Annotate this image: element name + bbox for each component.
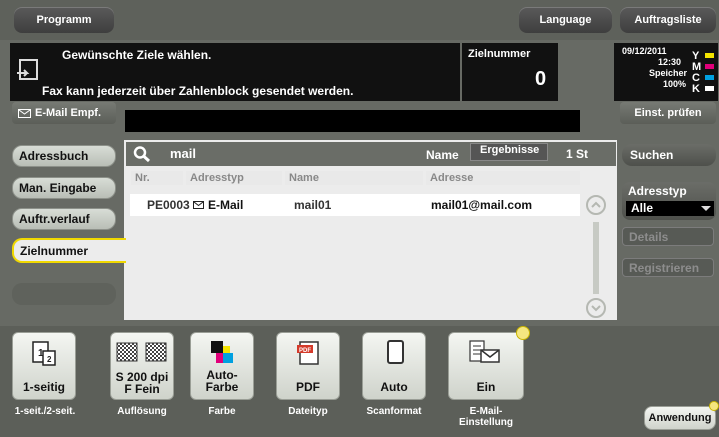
results-label: Ergebnisse xyxy=(480,144,540,156)
details-button[interactable]: Details xyxy=(622,227,714,246)
application-indicator xyxy=(709,401,719,411)
toner-k: K xyxy=(692,83,700,95)
email-dest-label: E-Mail Empf. xyxy=(35,107,102,119)
chevron-down-icon xyxy=(591,305,601,312)
memory-value: 100% xyxy=(663,79,687,89)
resolution-icon xyxy=(116,342,167,362)
toner-bar-m xyxy=(705,64,714,69)
col-header-name: Name xyxy=(285,171,423,185)
empty-menu-slot xyxy=(12,283,116,305)
application-button[interactable]: Anwendung xyxy=(644,406,716,430)
duplex-caption: 1-seit./2-seit. xyxy=(14,406,76,417)
program-tab[interactable]: Programm xyxy=(14,7,114,33)
resolution-value: S 200 dpi F Fein xyxy=(115,370,169,396)
page-icon xyxy=(387,340,404,364)
pdf-icon: PDF xyxy=(297,341,319,365)
single-sided-icon: 1 2 xyxy=(32,341,56,366)
message-line-2: Fax kann jederzeit über Zahlenblock gese… xyxy=(42,84,354,98)
email-settings-icon xyxy=(469,340,500,363)
search-button[interactable]: Suchen xyxy=(622,144,716,166)
resolution-button[interactable]: S 200 dpi F Fein xyxy=(110,332,174,400)
toner-bar-y xyxy=(705,53,714,58)
row-address: mail01@mail.com xyxy=(431,198,533,212)
chevron-down-icon xyxy=(701,206,711,211)
table-row[interactable]: PE0003 E-Mail mail01 mail01@mail.com xyxy=(130,194,580,216)
resolution-caption: Auflösung xyxy=(117,406,167,417)
col-header-nr: Nr. xyxy=(131,171,183,185)
results-count: 1 St xyxy=(566,147,589,161)
email-dest-button[interactable]: E-Mail Empf. xyxy=(12,102,116,124)
scan-size-caption: Scanformat xyxy=(366,406,422,417)
file-type-caption: Dateityp xyxy=(288,406,328,417)
dest-count-label: Zielnummer xyxy=(468,48,531,60)
fax-icon xyxy=(16,57,42,83)
dest-count-value: 0 xyxy=(535,68,547,90)
row-name: mail01 xyxy=(294,198,332,212)
status-date: 09/12/2011 xyxy=(622,46,667,56)
scan-size-button[interactable]: Auto xyxy=(362,332,426,400)
manual-input-tab[interactable]: Man. Eingabe xyxy=(12,177,116,199)
search-field: Name xyxy=(426,148,459,162)
toner-bar-k xyxy=(705,86,714,91)
duplex-button[interactable]: 1 2 1-seitig xyxy=(12,332,76,400)
dest-number-label: Zielnummer xyxy=(20,243,89,258)
check-settings-button[interactable]: Einst. prüfen xyxy=(620,102,716,124)
color-button[interactable]: Auto-Farbe xyxy=(190,332,254,400)
col-header-address: Adresse xyxy=(426,171,580,185)
scan-size-value: Auto xyxy=(380,380,408,394)
application-label: Anwendung xyxy=(648,412,712,424)
address-book-tab[interactable]: Adressbuch xyxy=(12,145,116,167)
search-query: mail xyxy=(170,146,197,161)
scroll-up-button[interactable] xyxy=(586,195,606,215)
col-header-type: Adresstyp xyxy=(186,171,282,185)
scroll-track[interactable] xyxy=(593,222,599,294)
email-settings-value: Ein xyxy=(476,380,496,394)
duplex-value: 1-seitig xyxy=(22,380,65,394)
dest-number-tab[interactable]: Zielnummer xyxy=(12,238,126,263)
email-settings-indicator xyxy=(516,326,530,340)
address-type-value: Alle xyxy=(631,201,654,215)
dest-entry-field[interactable] xyxy=(125,110,580,132)
svg-text:2: 2 xyxy=(47,355,52,364)
status-time: 12:30 xyxy=(658,57,682,67)
address-type-label: Adresstyp xyxy=(628,184,687,198)
email-settings-caption: E-Mail- Einstellung xyxy=(459,406,513,428)
svg-text:PDF: PDF xyxy=(299,348,311,354)
memory-label: Speicher xyxy=(649,68,688,78)
function-bar xyxy=(0,326,719,437)
address-type-select[interactable]: Alle xyxy=(626,201,714,216)
search-icon[interactable] xyxy=(132,145,152,163)
file-type-button[interactable]: PDF PDF xyxy=(276,332,340,400)
address-panel xyxy=(124,140,617,320)
message-line-1: Gewünschte Ziele wählen. xyxy=(62,48,212,62)
chevron-up-icon xyxy=(591,201,601,208)
row-type: E-Mail xyxy=(208,198,244,212)
color-value: Auto-Farbe xyxy=(205,368,239,394)
file-type-value: PDF xyxy=(296,380,320,394)
job-history-tab[interactable]: Auftr.verlauf xyxy=(12,208,116,230)
scroll-down-button[interactable] xyxy=(586,298,606,318)
color-icon xyxy=(211,341,233,363)
envelope-icon xyxy=(18,108,31,118)
job-list-tab[interactable]: Auftragsliste xyxy=(620,7,716,33)
envelope-icon xyxy=(193,201,204,209)
email-settings-button[interactable]: Ein xyxy=(448,332,524,400)
color-caption: Farbe xyxy=(208,406,236,417)
language-tab[interactable]: Language xyxy=(519,7,612,33)
toner-bar-c xyxy=(705,75,714,80)
row-nr: PE0003 xyxy=(147,198,190,212)
register-button[interactable]: Registrieren xyxy=(622,258,714,277)
check-settings-label: Einst. prüfen xyxy=(634,107,702,119)
